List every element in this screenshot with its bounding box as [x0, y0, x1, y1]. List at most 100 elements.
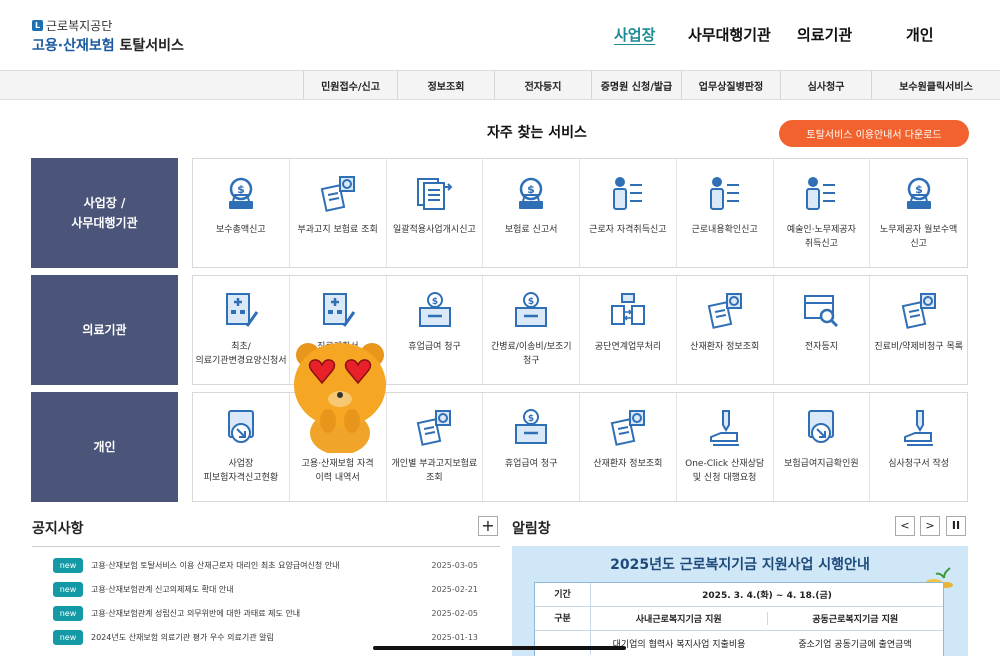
service-item[interactable]: 전자등지 — [774, 276, 871, 384]
svg-text:$: $ — [528, 297, 534, 307]
notice-title: 공지사항 — [32, 521, 84, 537]
service-item[interactable]: 근로내용확인신고 — [677, 159, 774, 267]
nav-individual[interactable]: 개인 — [906, 24, 934, 45]
pause-button[interactable]: II — [946, 516, 966, 536]
new-badge: new — [53, 581, 83, 597]
new-badge: new — [53, 605, 83, 621]
subnav-item-info[interactable]: 정보조회 — [397, 71, 494, 99]
alert-banner[interactable]: 2025년도 근로복지기금 지원사업 시행안내 기간 2025. 3. 4.(화… — [512, 546, 968, 656]
service-item[interactable]: $ 보험료 신고서 — [483, 159, 580, 267]
service-item[interactable]: 보험급여지급확인원 — [774, 393, 871, 501]
subnav-item-review[interactable]: 심사청구 — [780, 71, 871, 99]
notice-text: 고용·산재보험관계 신고의제제도 확대 안내 — [91, 584, 234, 594]
detail-label — [535, 631, 591, 655]
header: L 근로복지공단 고용·산재보험 토탈서비스 사업장 사무대행기관 의료기관 개… — [0, 0, 1000, 70]
service-item[interactable]: 산재환자 정보조회 — [677, 276, 774, 384]
service-item[interactable]: 공단연계업무처리 — [580, 276, 677, 384]
prev-button[interactable]: < — [895, 516, 915, 536]
document-stack-icon — [417, 178, 453, 210]
nav-workplace[interactable]: 사업장 — [614, 24, 655, 45]
person-list-icon — [612, 177, 642, 210]
service-item-label: 보험료 신고서 — [504, 225, 558, 235]
service-item-label: 일괄적용사업개시신고 — [392, 225, 476, 235]
hand-pen-icon — [709, 410, 739, 446]
service-item[interactable]: $ 간병료/이송비/보조기 청구 — [483, 276, 581, 384]
service-item[interactable]: 부과고지 보험료 조회 — [290, 159, 387, 267]
nav-agency[interactable]: 사무대행기관 — [688, 24, 771, 45]
service-item[interactable]: 개인별 부과고지보험료 조회 — [387, 393, 484, 501]
nav-medical[interactable]: 의료기관 — [797, 24, 852, 45]
money-box-icon: $ — [418, 292, 451, 327]
notice-date: 2025-02-21 — [431, 584, 479, 594]
service-item[interactable]: One-Click 산재상담 및 신청 대행요청 — [677, 393, 774, 501]
service-item[interactable]: 진료비/약제비청구 목록 — [870, 276, 967, 384]
service-item-label: 노무제공자 월보수액 신고 — [879, 225, 958, 249]
notice-item[interactable]: new 2024년도 산재보험 의료기관 평가 우수 의료기관 알림 2025-… — [32, 627, 500, 647]
service-item-label: 공단연계업무처리 — [594, 342, 662, 352]
service-row-workplace: $ 보수총액신고 부과고지 보험료 조회 일괄적용사업개시신고 $ 보험료 신고서 근로자 … — [192, 158, 968, 268]
service-item[interactable]: 산재환자 정보조회 — [580, 393, 677, 501]
person-list-icon — [709, 177, 739, 210]
hand-pen-icon — [903, 410, 933, 446]
subnav-item-disease[interactable]: 업무상질병판정 — [681, 71, 780, 99]
notice-item[interactable]: new 고용·산재보험관계 성립신고 의무위반에 대한 과태료 제도 안내 20… — [32, 603, 500, 623]
service-item[interactable]: $ 보수총액신고 — [193, 159, 290, 267]
service-item-label: 근로자 자격취득신고 — [589, 225, 667, 235]
subnav-item-edoc[interactable]: 전자등지 — [494, 71, 591, 99]
money-bag-icon: $ — [228, 177, 253, 209]
hospital-pen-icon — [226, 293, 259, 327]
next-button[interactable]: > — [920, 516, 940, 536]
service-item[interactable]: 근로자 자격취득신고 — [580, 159, 677, 267]
notice-item[interactable]: new 고용·산재보험관계 신고의제제도 확대 안내 2025-02-21 — [32, 579, 500, 599]
type-col2: 공동근로복지기금 지원 — [812, 615, 899, 625]
category-workplace: 사업장 / 사무대행기관 — [31, 158, 178, 268]
service-item-label: 전자등지 — [804, 342, 839, 352]
document-arrow-icon — [808, 410, 835, 443]
hospital-pen-icon — [322, 293, 356, 327]
doc-search-icon — [901, 293, 936, 329]
svg-text:$: $ — [431, 297, 437, 307]
notice-date: 2025-01-13 — [431, 632, 479, 642]
service-item[interactable]: 일괄적용사업개시신고 — [387, 159, 484, 267]
subnav-item-complaint[interactable]: 민원접수/신고 — [303, 71, 397, 99]
category-individual: 개인 — [31, 392, 178, 502]
guide-download-button[interactable]: 토탈서비스 이용안내서 다운로드 — [779, 120, 969, 147]
banner-table: 기간 2025. 3. 4.(화) ~ 4. 18.(금) 구분 사내근로복지기… — [534, 582, 944, 656]
svg-text:$: $ — [528, 414, 534, 424]
service-item[interactable]: $ 노무제공자 월보수액 신고 — [870, 159, 967, 267]
service-item-label: 휴업급여 청구 — [504, 459, 558, 469]
period-label: 기간 — [535, 582, 591, 607]
service-item-label: 심사청구서 작성 — [888, 459, 950, 469]
service-item-label: 고용·산재보험 자격 이력 내역서 — [301, 459, 374, 483]
service-item-label: 사업장 피보험자격신고현황 — [203, 459, 279, 483]
doc-search-icon — [417, 410, 452, 446]
service-item-label: 휴업급여 청구 — [408, 342, 461, 352]
service-item[interactable]: 사업장 피보험자격신고현황 — [193, 393, 290, 501]
notice-date: 2025-02-05 — [431, 608, 479, 618]
money-bag-icon: $ — [519, 177, 544, 209]
banner-row-period: 기간 2025. 3. 4.(화) ~ 4. 18.(금) — [535, 582, 943, 607]
service-item[interactable]: 심사청구서 작성 — [870, 393, 967, 501]
notice-item[interactable]: new 고용·산재보험 토탈서비스 이용 산재근로자 대리인 최초 요양급여신청… — [32, 555, 500, 575]
mascot-bear-sticker — [294, 343, 386, 453]
service-item-label: 산재환자 정보조회 — [593, 459, 663, 469]
service-item[interactable]: 예술인·노무제공자 취득신고 — [774, 159, 871, 267]
subnav-item-certificate[interactable]: 증명원 신청/발급 — [591, 71, 681, 99]
service-item-label: 부과고지 보험료 조회 — [297, 225, 378, 235]
subnav-item-oneclick[interactable]: 보수원클릭서비스 — [871, 71, 1000, 99]
service-item[interactable]: $ 휴업급여 청구 — [483, 393, 580, 501]
new-badge: new — [53, 557, 83, 573]
service-item-label: 보수총액신고 — [216, 225, 266, 235]
notice-text: 2024년도 산재보험 의료기관 평가 우수 의료기관 알림 — [91, 632, 274, 642]
service-item[interactable]: $ 휴업급여 청구 — [387, 276, 484, 384]
doc-search-icon — [320, 176, 355, 212]
alert-title: 알림창 — [512, 521, 551, 537]
notice-list: new 고용·산재보험 토탈서비스 이용 산재근로자 대리인 최초 요양급여신청… — [32, 546, 500, 656]
type-label: 구분 — [535, 606, 591, 631]
new-badge: new — [53, 629, 83, 645]
money-bag-icon: $ — [906, 177, 931, 209]
service-item[interactable]: 최초/의료기관변경요양신청서 — [193, 276, 290, 384]
service-item-label: 간병료/이송비/보조기 청구 — [491, 342, 572, 366]
main-nav: 사업장 사무대행기관 의료기관 개인 — [0, 24, 1000, 46]
notice-more-button[interactable]: + — [478, 516, 498, 536]
